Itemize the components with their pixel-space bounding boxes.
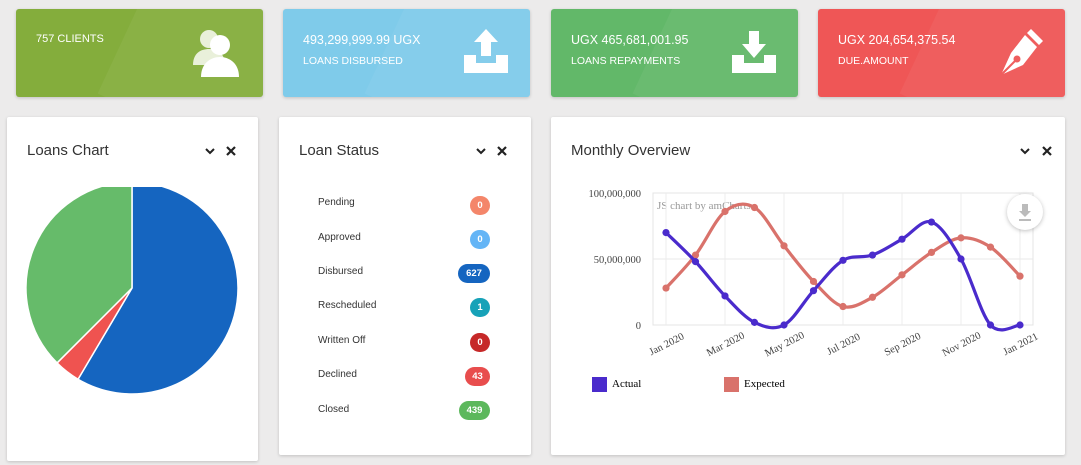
loans-disbursed-label: LOANS DISBURSED: [303, 55, 403, 67]
x-tick-label: Mar 2020: [705, 331, 747, 359]
status-label-written-off: Written Off: [318, 335, 366, 346]
export-button[interactable]: [1007, 194, 1043, 230]
x-tick-label: Sep 2020: [883, 331, 923, 359]
legend-swatch-actual[interactable]: [592, 377, 607, 392]
y-tick-label: 50,000,000: [594, 255, 641, 266]
upload-tray-icon: [464, 29, 508, 73]
data-point-actual[interactable]: [662, 229, 670, 237]
y-tick-label: 100,000,000: [589, 189, 642, 200]
due-amount-value: UGX 204,654,375.54: [838, 33, 956, 47]
status-label-pending: Pending: [318, 197, 355, 208]
data-point-expected[interactable]: [750, 203, 759, 212]
data-point-expected[interactable]: [780, 242, 788, 250]
legend-label-expected[interactable]: Expected: [744, 378, 785, 390]
chevron-down-icon[interactable]: [1018, 144, 1032, 158]
data-point-actual[interactable]: [1016, 321, 1024, 329]
data-point-actual[interactable]: [839, 256, 847, 264]
status-label-closed: Closed: [318, 404, 350, 415]
loans-repayments-stat-card[interactable]: UGX 465,681,001.95 LOANS REPAYMENTS: [551, 9, 798, 97]
loan-status-title: Loan Status: [299, 142, 380, 159]
x-tick-label: Jan 2020: [648, 331, 687, 358]
data-point-expected[interactable]: [721, 207, 729, 216]
y-tick-label: 0: [636, 321, 641, 332]
data-point-actual[interactable]: [957, 255, 965, 263]
due-amount-label: DUE.AMOUNT: [838, 55, 909, 67]
monthly-overview-card: Monthly Overview JS chart by amCharts 10…: [551, 117, 1065, 455]
clients-stat-card[interactable]: 757 CLIENTS: [16, 9, 263, 97]
data-point-actual[interactable]: [750, 318, 759, 326]
legend-swatch-expected[interactable]: [724, 377, 739, 392]
status-label-declined: Declined: [318, 369, 357, 380]
data-point-expected[interactable]: [868, 293, 877, 301]
close-icon[interactable]: [495, 144, 509, 158]
status-count-declined[interactable]: 43: [465, 367, 490, 386]
chevron-down-icon[interactable]: [203, 144, 217, 158]
close-icon[interactable]: [1040, 144, 1054, 158]
monthly-overview-title: Monthly Overview: [571, 142, 691, 159]
download-tray-icon: [732, 31, 776, 73]
data-point-actual[interactable]: [898, 235, 906, 243]
loans-chart-title: Loans Chart: [27, 142, 109, 159]
status-count-closed[interactable]: 439: [459, 401, 490, 420]
loans-disbursed-value: 493,299,999.99 UGX: [303, 33, 421, 47]
data-point-expected[interactable]: [898, 271, 906, 279]
close-icon[interactable]: [224, 144, 238, 158]
loans-disbursed-stat-card[interactable]: 493,299,999.99 UGX LOANS DISBURSED: [283, 9, 530, 97]
status-label-disbursed: Disbursed: [318, 266, 364, 277]
status-label-approved: Approved: [318, 232, 361, 243]
x-tick-label: May 2020: [763, 330, 806, 359]
status-count-disbursed[interactable]: 627: [458, 264, 490, 283]
due-amount-stat-card[interactable]: UGX 204,654,375.54 DUE.AMOUNT: [818, 9, 1065, 97]
data-point-actual[interactable]: [691, 258, 700, 266]
data-point-expected[interactable]: [1016, 272, 1024, 280]
status-count-approved[interactable]: 0: [470, 230, 490, 249]
data-point-expected[interactable]: [957, 234, 965, 242]
chevron-down-icon[interactable]: [474, 144, 488, 158]
status-label-rescheduled: Rescheduled: [318, 300, 377, 311]
data-point-actual[interactable]: [809, 287, 818, 295]
data-point-actual[interactable]: [780, 321, 788, 329]
data-point-actual[interactable]: [986, 321, 995, 329]
status-count-rescheduled[interactable]: 1: [470, 298, 490, 317]
loans-chart-card: Loans Chart: [7, 117, 258, 461]
download-icon: [1019, 204, 1031, 221]
data-point-expected[interactable]: [839, 302, 847, 311]
loans-repayments-value: UGX 465,681,001.95: [571, 33, 689, 47]
loans-pie-chart: [25, 187, 239, 395]
data-point-expected[interactable]: [927, 248, 936, 256]
x-tick-label: Nov 2020: [941, 330, 983, 359]
data-point-expected[interactable]: [986, 243, 995, 251]
clients-count: 757 CLIENTS: [36, 33, 104, 45]
loan-status-card: Loan Status Pending 0 Approved 0 Disburs…: [279, 117, 531, 455]
status-count-pending[interactable]: 0: [470, 196, 490, 215]
status-count-written-off[interactable]: 0: [470, 333, 490, 352]
pen-nib-icon: [1000, 29, 1043, 76]
x-tick-label: Jan 2021: [1002, 331, 1041, 358]
loans-repayments-label: LOANS REPAYMENTS: [571, 55, 681, 67]
data-point-expected[interactable]: [662, 284, 670, 292]
data-point-expected[interactable]: [809, 277, 818, 286]
data-point-actual[interactable]: [927, 218, 936, 226]
users-icon: [193, 30, 239, 77]
legend-label-actual[interactable]: Actual: [612, 378, 641, 390]
data-point-actual[interactable]: [868, 251, 877, 259]
data-point-actual[interactable]: [721, 292, 729, 300]
x-tick-label: Jul 2020: [825, 332, 862, 358]
